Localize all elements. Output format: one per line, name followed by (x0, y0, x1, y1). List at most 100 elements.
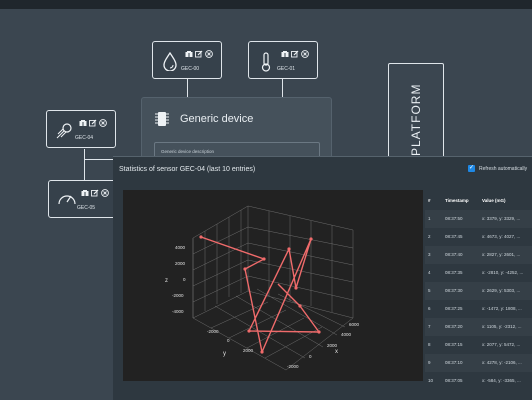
x-axis-label: x (335, 349, 338, 355)
table-row: 6 08:37:25 x: -1472, y: 1808, ... (425, 300, 532, 318)
table-row: 4 08:37:35 x: -2810, y: -4252, ... (425, 264, 532, 282)
sensor-card-gec-01[interactable]: GEC-01 (248, 41, 318, 79)
x-tick: 6000 (349, 322, 360, 327)
table-row: 3 08:37:40 x: 2827, y: 2601, ... (425, 246, 532, 264)
sensor-id: GEC-04 (75, 135, 94, 141)
row-number: 7 (428, 324, 431, 329)
z-tick: -2000 (172, 293, 184, 298)
row-value: x: 2629, y: 5303, ... (482, 288, 521, 293)
row-number: 6 (428, 306, 431, 311)
plot-canvas: 4000 2000 0 -2000 -4000 z -2000 0 2000 y… (165, 205, 360, 371)
sensor-id: GEC-05 (77, 205, 96, 211)
z-tick: 4000 (175, 245, 186, 250)
data-point (262, 257, 266, 261)
row-number: 4 (428, 270, 431, 275)
row-number: 5 (428, 288, 431, 293)
window-title: Statistics of sensor GEC-04 (last 10 ent… (119, 166, 256, 173)
x-tick: 4000 (341, 332, 352, 337)
data-point (260, 350, 264, 354)
row-timestamp: 08:37:45 (445, 234, 463, 239)
sensor-id: GEC-01 (277, 66, 296, 72)
row-value: x: -1472, y: 1808, ... (482, 306, 522, 311)
row-timestamp: 08:37:25 (445, 306, 463, 311)
close-circle-icon[interactable] (99, 114, 107, 132)
y-tick: 0 (227, 338, 230, 343)
meteor-icon (55, 120, 75, 145)
z-tick: 0 (183, 277, 186, 282)
row-timestamp: 08:37:40 (445, 252, 463, 257)
device-description: Generic device description (161, 149, 215, 154)
trace-points (199, 235, 321, 354)
row-value: x: 3379, y: 3329, ... (482, 216, 521, 221)
row-value: x: 2827, y: 2601, ... (482, 252, 521, 257)
row-number: 8 (428, 342, 431, 347)
row-number: 3 (428, 252, 431, 257)
water-drop-icon (161, 51, 179, 76)
table-row: 5 08:37:30 x: 2629, y: 5303, ... (425, 282, 532, 300)
data-point (287, 247, 291, 251)
header-value: Value (mG) (482, 198, 506, 203)
edit-icon[interactable] (291, 45, 299, 63)
y-tick: -2000 (207, 329, 219, 334)
header-number: # (428, 198, 431, 203)
table-row: 10 08:37:05 x: -584, y: -3365, ... (425, 372, 532, 390)
thermometer-icon (259, 51, 273, 78)
connector-line (282, 79, 283, 97)
row-value: x: -584, y: -3365, ... (482, 378, 521, 383)
sensor-card-gec-00[interactable]: GEC-00 (152, 41, 222, 79)
sensor-card-gec-04[interactable]: GEC-04 (46, 110, 116, 148)
refresh-toggle[interactable]: ✓ Refresh automatically (468, 165, 527, 172)
row-timestamp: 08:37:35 (445, 270, 463, 275)
row-timestamp: 08:37:50 (445, 216, 463, 221)
table-row: 2 08:37:45 x: 4673, y: 4027, ... (425, 228, 532, 246)
close-circle-icon[interactable] (301, 45, 309, 63)
header-timestamp: Timestamp (445, 198, 469, 203)
x-tick: -2000 (287, 364, 299, 369)
row-value: x: 1105, y: -2312, ... (482, 324, 522, 329)
connector-line (187, 79, 188, 97)
close-circle-icon[interactable] (205, 45, 213, 63)
x-tick: 0 (309, 354, 312, 359)
z-tick: 2000 (175, 261, 186, 266)
data-point (298, 304, 302, 308)
row-timestamp: 08:37:20 (445, 324, 463, 329)
connector-line (84, 149, 85, 180)
table-row: 7 08:37:20 x: 1105, y: -2312, ... (425, 318, 532, 336)
row-number: 10 (428, 378, 434, 383)
table-row: 8 08:37:15 x: 2077, y: 5472, ... (425, 336, 532, 354)
binoculars-icon[interactable] (81, 184, 89, 202)
y-tick: 2000 (243, 348, 254, 353)
statistics-table: # Timestamp Value (mG) 1 08:37:50 x: 337… (425, 192, 532, 388)
device-title: Generic device (180, 113, 254, 125)
chip-icon (154, 110, 170, 133)
data-point (199, 235, 203, 239)
row-timestamp: 08:37:10 (445, 360, 463, 365)
table-header: # Timestamp Value (mG) (425, 192, 532, 210)
scatter-3d-plot[interactable]: 4000 2000 0 -2000 -4000 z -2000 0 2000 y… (123, 190, 423, 381)
row-number: 2 (428, 234, 431, 239)
z-tick: -4000 (172, 309, 184, 314)
row-value: x: 4673, y: 4027, ... (482, 234, 521, 239)
row-timestamp: 08:37:05 (445, 378, 463, 383)
data-point (317, 330, 321, 334)
binoculars-icon[interactable] (79, 114, 87, 132)
row-value: x: 4278, y: -2106, ... (482, 360, 522, 365)
platform-label: PLATFORM (409, 83, 423, 156)
row-value: x: 2077, y: 5472, ... (482, 342, 521, 347)
data-point (247, 329, 251, 333)
statistics-window: Statistics of sensor GEC-04 (last 10 ent… (113, 156, 532, 400)
row-number: 9 (428, 360, 431, 365)
speedometer-icon (57, 190, 77, 213)
binoculars-icon[interactable] (281, 45, 289, 63)
edit-icon[interactable] (195, 45, 203, 63)
sensor-card-gec-05[interactable]: GEC-05 (48, 180, 118, 218)
edit-icon[interactable] (91, 184, 99, 202)
row-number: 1 (428, 216, 431, 221)
refresh-checkbox[interactable]: ✓ (468, 165, 475, 172)
binoculars-icon[interactable] (185, 45, 193, 63)
close-circle-icon[interactable] (101, 184, 109, 202)
x-tick: 2000 (327, 343, 338, 348)
data-point (309, 237, 313, 241)
edit-icon[interactable] (89, 114, 97, 132)
data-point (294, 286, 298, 290)
